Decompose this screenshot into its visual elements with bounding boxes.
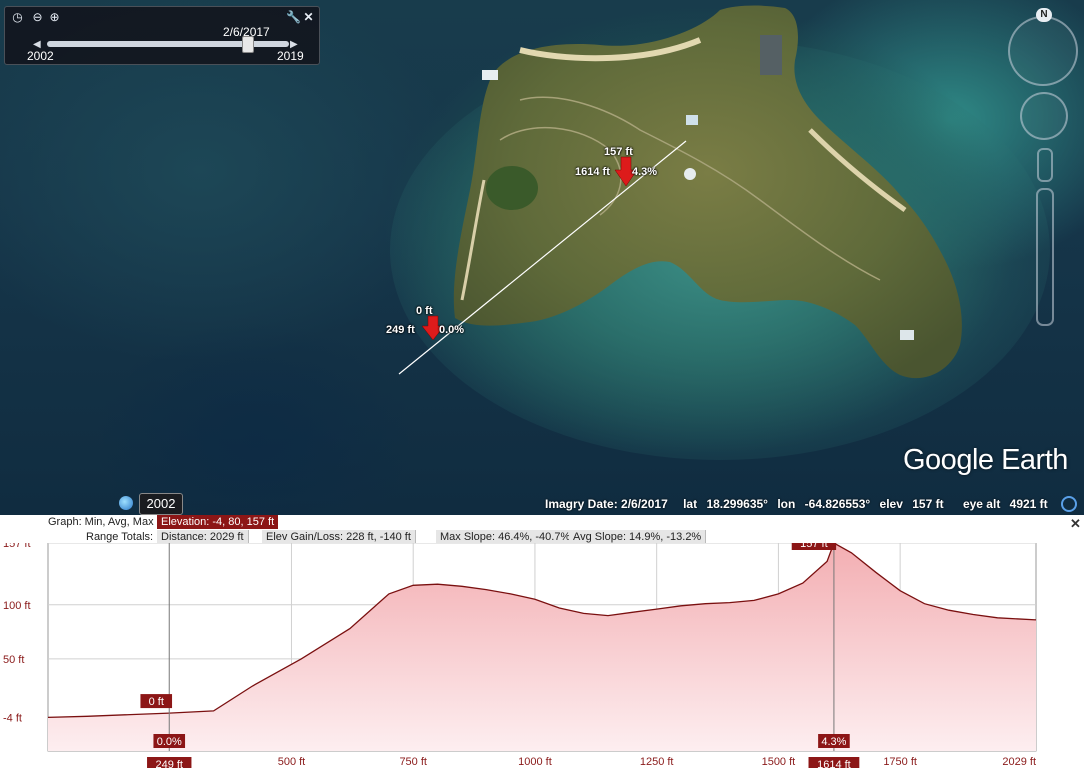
zoom-out-icon[interactable]: ⊖	[31, 11, 44, 24]
pond	[486, 166, 538, 210]
distance-stat[interactable]: Distance: 2029 ft	[157, 530, 249, 544]
building-cluster	[760, 35, 782, 75]
x-tick-label: 1000 ft	[518, 756, 552, 768]
marker-peak-slope: 4.3%	[632, 166, 658, 178]
north-compass-icon[interactable]: N	[1036, 8, 1052, 22]
zoom-slider[interactable]	[1036, 188, 1054, 326]
x-tick-label: 1250 ft	[640, 756, 674, 768]
profile-summary-row: Graph: Min, Avg, Max Elevation: -4, 80, …	[0, 515, 1084, 530]
avg-slope-stat[interactable]: Avg Slope: 14.9%, -13.2%	[569, 530, 707, 544]
loading-indicator-icon	[1061, 496, 1077, 512]
close-icon[interactable]: ✕	[302, 11, 315, 24]
eye-alt-value: 4921 ft	[1009, 497, 1048, 511]
globe-icon[interactable]	[119, 496, 133, 510]
zoom-in-icon[interactable]: ⊕	[48, 11, 61, 24]
graph-label: Graph: Min, Avg, Max	[48, 516, 154, 528]
slider-end-year: 2019	[277, 49, 304, 63]
x-tick-label: 1750 ft	[883, 756, 917, 768]
slider-start-year: 2002	[27, 49, 54, 63]
max-slope-stat[interactable]: Max Slope: 46.4%, -40.7%	[436, 530, 576, 544]
imagery-date: Imagry Date: 2/6/2017	[545, 497, 668, 511]
building	[900, 330, 914, 340]
eye-alt-label: eye alt	[962, 497, 1001, 511]
lon-label: lon	[777, 497, 796, 511]
gazebo	[684, 168, 696, 180]
marker-right-slope-label: 4.3%	[821, 736, 846, 748]
marker-start-height: 0 ft	[416, 305, 433, 317]
building	[482, 70, 498, 80]
building	[686, 115, 698, 125]
marker-start-slope: 0.0%	[439, 324, 465, 336]
y-tick-label: 157 ft	[3, 543, 31, 550]
year-button[interactable]: 2002	[139, 493, 183, 515]
x-tick-label: 2029 ft	[1002, 756, 1036, 768]
x-tick-label: 500 ft	[278, 756, 306, 768]
elevation-profile-panel: Graph: Min, Avg, Max Elevation: -4, 80, …	[0, 515, 1084, 768]
marker-peak-height: 157 ft	[604, 146, 633, 158]
marker-left-elevation-label: 0 ft	[149, 696, 164, 708]
move-joystick[interactable]	[1020, 92, 1068, 140]
google-earth-logo: Google Earth	[903, 444, 1068, 476]
range-totals-label: Range Totals:	[86, 531, 154, 543]
marker-right-distance-label: 1614 ft	[817, 759, 851, 768]
lat-label: lat	[683, 497, 698, 511]
elev-gain-loss-stat[interactable]: Elev Gain/Loss: 228 ft, -140 ft	[262, 530, 416, 544]
time-slider-thumb[interactable]	[241, 36, 254, 53]
historical-imagery-panel: ◷ ⊖ ⊕ 🔧 ✕ 2/6/2017 ◀ ▶ 2002 2019	[4, 6, 320, 65]
wrench-icon[interactable]: 🔧	[286, 11, 301, 24]
status-bar: Imagry Date: 2/6/2017 lat 18.299635° lon…	[545, 497, 1054, 511]
x-axis: 500 ft 750 ft 1000 ft 1250 ft 1500 ft 1750 ft…	[278, 756, 1036, 768]
lat-value: 18.299635°	[706, 497, 768, 511]
lon-value: -64.826553°	[804, 497, 871, 511]
marker-start-distance: 249 ft	[386, 324, 415, 336]
street-view-pegman-icon[interactable]	[1037, 148, 1053, 182]
y-tick-label: 50 ft	[3, 654, 24, 666]
y-axis: 157 ft 100 ft 50 ft -4 ft	[3, 543, 31, 724]
marker-left-slope-label: 0.0%	[157, 736, 182, 748]
y-tick-label: 100 ft	[3, 600, 31, 612]
marker-right-elevation-label: 157 ft	[800, 543, 828, 550]
x-tick-label: 1500 ft	[762, 756, 796, 768]
map-view[interactable]: 0 ft 249 ft 0.0% 157 ft 1614 ft 4.3% ◷ ⊖…	[0, 0, 1084, 515]
satellite-imagery	[390, 5, 1050, 460]
marker-left-distance-label: 249 ft	[155, 759, 183, 768]
marker-peak-distance: 1614 ft	[575, 166, 610, 178]
y-tick-label: -4 ft	[3, 712, 22, 724]
elevation-stat[interactable]: Elevation: -4, 80, 157 ft	[157, 515, 279, 529]
elevation-chart[interactable]: 157 ft 100 ft 50 ft -4 ft 500 ft 750 ft 1000 …	[0, 543, 1084, 768]
elev-value: 157 ft	[912, 497, 944, 511]
elev-label: elev	[879, 497, 903, 511]
clock-icon[interactable]: ◷	[11, 11, 24, 24]
close-profile-icon[interactable]: ✕	[1070, 516, 1081, 532]
look-joystick[interactable]	[1008, 16, 1078, 86]
x-tick-label: 750 ft	[399, 756, 427, 768]
